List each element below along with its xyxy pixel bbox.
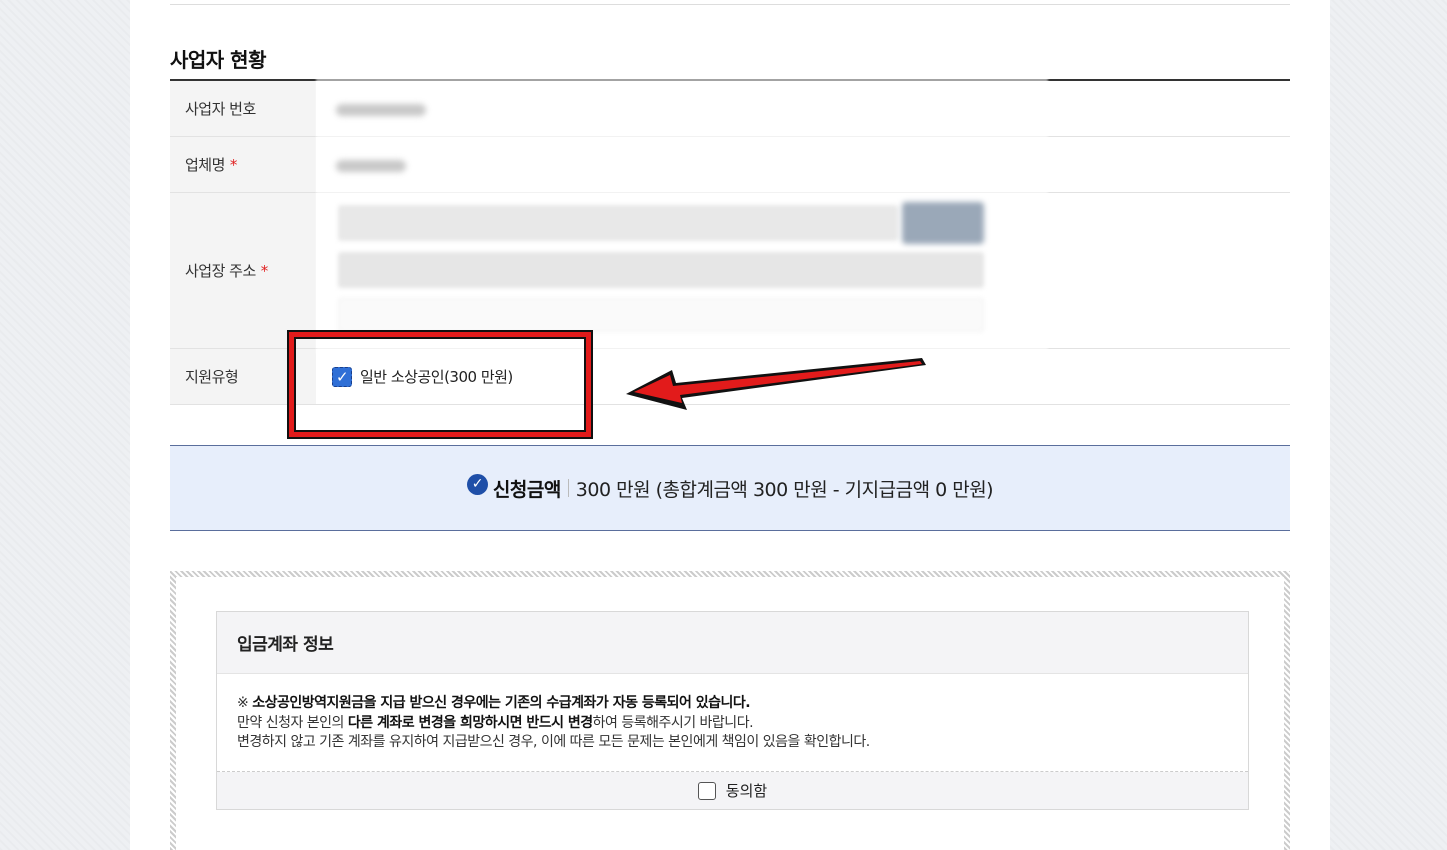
required-mark: * <box>260 261 269 280</box>
redacted-zipcode-input[interactable] <box>338 205 898 241</box>
page-container: 사업자 현황 사업자 번호 업체명 * 사업장 주소 * 지원유형 ✓ 일반 소상공… <box>130 0 1330 850</box>
redacted-company-name <box>336 160 406 172</box>
check-circle-icon: ✓ <box>466 473 488 495</box>
amount-summary: ✓ 신청금액 300 만원 (총합계금액 300 만원 - 기지급금액 0 만원… <box>170 445 1290 531</box>
address-label: 사업장 주소 * <box>170 193 316 348</box>
company-name-label: 업체명 * <box>170 137 316 192</box>
amount-value: 300 만원 (총합계금액 300 만원 - 기지급금액 0 만원) <box>575 478 994 501</box>
notice-mark: ※ <box>237 695 253 711</box>
notice-line-2a: 만약 신청자 본인의 <box>237 714 348 731</box>
address-label-text: 사업장 주소 <box>185 262 256 280</box>
notice-line-3: 변경하지 않고 기존 계좌를 유지하여 지급받으신 경우, 이에 따른 모든 문… <box>237 734 870 750</box>
amount-label: 신청금액 <box>492 478 561 501</box>
agree-label: 동의함 <box>725 782 768 800</box>
account-info-title: 입금계좌 정보 <box>217 612 1248 674</box>
divider <box>170 4 1290 5</box>
redacted-business-number <box>336 104 426 116</box>
section-title: 사업자 현황 <box>170 48 266 72</box>
highlight-box <box>289 332 591 437</box>
notice-line-1-text: 소상공인방역지원금을 지급 받으신 경우에는 기존의 수급계좌가 자동 등록되어… <box>252 695 751 711</box>
business-number-label: 사업자 번호 <box>170 81 316 136</box>
required-mark: * <box>229 155 238 174</box>
support-type-label-text: 지원유형 <box>185 368 239 386</box>
notice-line-2: 만약 신청자 본인의 다른 계좌로 변경을 희망하시면 반드시 변경하여 등록해… <box>237 714 1228 734</box>
redacted-address-input[interactable] <box>338 252 984 288</box>
business-number-label-text: 사업자 번호 <box>185 100 256 118</box>
agree-checkbox[interactable] <box>697 781 716 800</box>
account-info-box: 입금계좌 정보 ※ 소상공인방역지원금을 지급 받으신 경우에는 기존의 수급계… <box>216 611 1249 810</box>
address-search-button[interactable] <box>902 202 984 244</box>
notice-line-1: ※ 소상공인방역지원금을 지급 받으신 경우에는 기존의 수급계좌가 자동 등록… <box>237 694 1228 714</box>
notice-line-2b: 다른 계좌로 변경을 희망하시면 반드시 변경 <box>347 714 593 731</box>
arrow-icon <box>626 358 926 410</box>
agree-option[interactable]: 동의함 <box>217 772 1248 809</box>
divider <box>567 479 569 497</box>
notice-line-2c: 하여 등록해주시기 바랍니다. <box>592 714 754 731</box>
redacted-address-detail-input[interactable] <box>338 298 984 332</box>
company-name-label-text: 업체명 <box>185 156 225 174</box>
account-info-notice: ※ 소상공인방역지원금을 지급 받으신 경우에는 기존의 수급계좌가 자동 등록… <box>217 674 1248 772</box>
